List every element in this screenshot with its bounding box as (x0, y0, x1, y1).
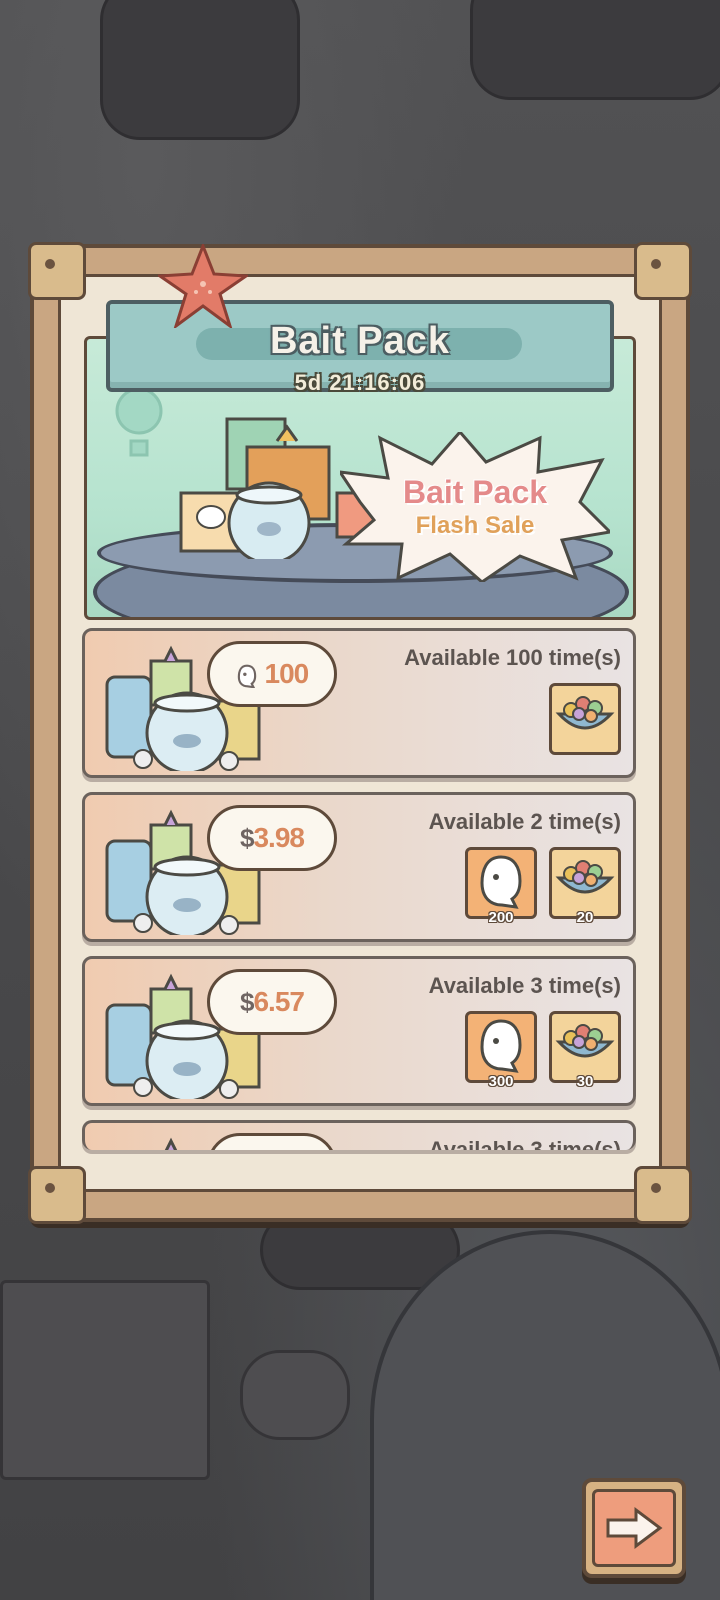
reward-ghost-item[interactable]: 200 (465, 847, 537, 926)
price-value: 100 (264, 658, 310, 689)
background-pipe (470, 0, 720, 100)
currency-symbol: $ (240, 987, 255, 1017)
background-crate (0, 1280, 210, 1480)
price-label: $3.98 (210, 822, 334, 854)
promo-title: Bait Pack (402, 474, 548, 510)
offer-row[interactable]: Available 3 time(s) (82, 1120, 636, 1150)
arrow-right-icon (606, 1507, 663, 1549)
reward-bait-item[interactable]: 20 (549, 847, 621, 926)
reward-count: 20 (576, 909, 594, 926)
reward-bait-item[interactable] (549, 683, 621, 755)
offer-row[interactable]: $6.57 Available 3 time(s) 300 30 (82, 956, 636, 1106)
reward-count: 200 (488, 909, 514, 926)
frame-corner (634, 242, 692, 300)
availability-label: Available 100 time(s) (404, 645, 621, 670)
promo-subtitle: Flash Sale (415, 512, 535, 539)
reward-bait-item[interactable]: 30 (549, 1011, 621, 1090)
background-bucket (240, 1350, 350, 1440)
ghost-icon (476, 853, 526, 914)
next-button-face (592, 1489, 676, 1567)
price-label: 100 (210, 658, 334, 690)
price-label: $6.57 (210, 986, 334, 1018)
frame-corner (634, 1166, 692, 1224)
price-value: 3.98 (253, 822, 304, 853)
price-button[interactable]: 100 (207, 641, 337, 707)
price-value: 6.57 (253, 986, 304, 1017)
bait-bowl-icon (555, 856, 615, 911)
starfish-icon (158, 244, 248, 328)
bait-bowl-icon (555, 1020, 615, 1075)
reward-count: 30 (576, 1073, 594, 1090)
frame-corner (28, 242, 86, 300)
availability-label: Available 2 time(s) (428, 809, 621, 834)
next-button[interactable] (582, 1478, 686, 1578)
countdown-timer: 5d 21:16:06 (294, 370, 426, 395)
ghost-icon (476, 1017, 526, 1078)
price-button[interactable]: $3.98 (207, 805, 337, 871)
hot-air-balloon-icon (115, 387, 163, 457)
offer-row[interactable]: 100 Available 100 time(s) (82, 628, 636, 778)
offer-row[interactable]: $3.98 Available 2 time(s) 200 20 (82, 792, 636, 942)
price-button[interactable]: $6.57 (207, 969, 337, 1035)
reward-count: 300 (488, 1073, 514, 1090)
ghost-currency-icon (236, 658, 265, 689)
reward-ghost-item[interactable]: 300 (465, 1011, 537, 1090)
bait-bowl-icon (555, 692, 615, 747)
background-pipe (100, 0, 300, 140)
price-button[interactable] (207, 1133, 337, 1150)
frame-corner (28, 1166, 86, 1224)
availability-label: Available 3 time(s) (428, 1137, 621, 1150)
currency-symbol: $ (240, 823, 255, 853)
availability-label: Available 3 time(s) (428, 973, 621, 998)
